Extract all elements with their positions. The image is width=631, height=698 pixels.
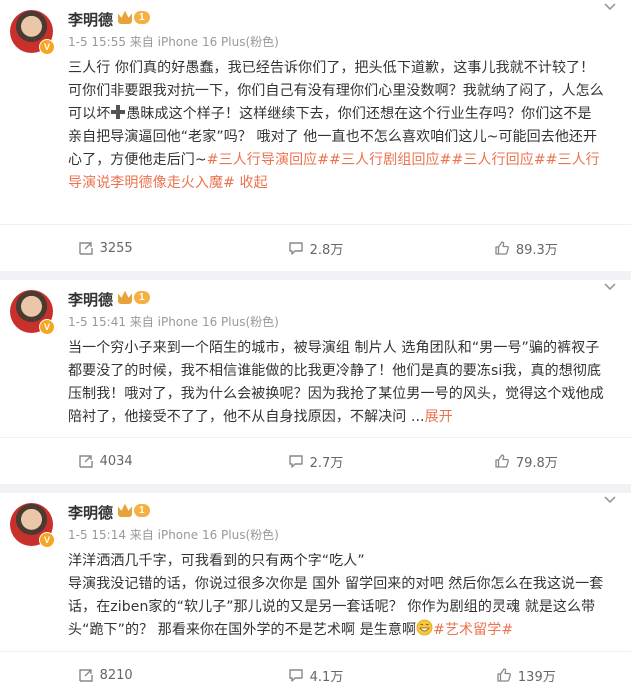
like-count: 139万 xyxy=(517,669,556,685)
action-bar: 8210 4.1万 139万 xyxy=(0,651,631,698)
crown-icon xyxy=(118,290,132,304)
action-bar: 4034 2.7万 79.8万 xyxy=(0,437,631,484)
crown-icon xyxy=(118,503,132,517)
post-text: 洋洋洒洒几千字，可我看到的只有两个字“吃人” 导演我没记错的话，你说过很多次你是… xyxy=(0,550,631,642)
post-header: V 李明德 1 1-5 15:14 来自 iPhone 16 Plus(粉色) xyxy=(0,493,631,550)
crown-icon xyxy=(118,10,132,24)
post-text: 三人行 你们真的好愚蠢，我已经告诉你们了，把头低下道歉，这事儿我就不计较了！可你… xyxy=(68,60,604,191)
post-header: V 李明德 1 1-5 15:41 来自 iPhone 16 Plus(粉色) xyxy=(0,280,631,337)
like-icon xyxy=(495,241,509,255)
repost-count: 8210 xyxy=(99,667,133,683)
repost-button[interactable]: 8210 xyxy=(0,667,210,683)
weibo-feed: V 李明德 1 1-5 15:55 来自 iPhone 16 Plus(粉色) … xyxy=(0,0,631,698)
comment-icon xyxy=(288,669,303,682)
comment-button[interactable]: 4.1万 xyxy=(210,666,420,685)
repost-count: 4034 xyxy=(99,453,133,469)
comment-count: 4.1万 xyxy=(309,669,344,685)
comment-icon xyxy=(288,455,303,468)
repost-icon xyxy=(78,242,93,255)
author-name[interactable]: 李明德 xyxy=(68,9,113,30)
like-icon xyxy=(495,454,509,468)
post-meta: 1-5 15:14 来自 iPhone 16 Plus(粉色) xyxy=(68,528,279,542)
more-icon[interactable] xyxy=(603,495,617,505)
post-card: V 李明德 1 1-5 15:14 来自 iPhone 16 Plus(粉色) … xyxy=(0,493,631,698)
post-text: 当一个穷小子来到一个陌生的城市，被导演组 制片人 选角团队和“男一号”骗的裤衩子… xyxy=(68,340,604,425)
comment-count: 2.8万 xyxy=(309,242,344,258)
level-badge: 1 xyxy=(134,10,150,24)
like-button[interactable]: 89.3万 xyxy=(421,239,631,258)
like-icon xyxy=(497,668,511,682)
comment-count: 2.7万 xyxy=(309,455,344,471)
action-bar: 3255 2.8万 89.3万 xyxy=(0,224,631,271)
repost-button[interactable]: 4034 xyxy=(0,453,210,469)
collapse-link[interactable]: 收起 xyxy=(235,175,268,191)
user-badges[interactable]: 1 xyxy=(118,10,150,24)
like-count: 89.3万 xyxy=(515,242,558,258)
avatar[interactable]: V xyxy=(10,503,55,548)
post-first-line: 洋洋洒洒几千字，可我看到的只有两个字“吃人” xyxy=(68,553,365,569)
user-badges[interactable]: 1 xyxy=(118,290,150,304)
user-badges[interactable]: 1 xyxy=(118,503,150,517)
repost-icon xyxy=(78,669,93,682)
like-button[interactable]: 139万 xyxy=(421,666,631,685)
avatar[interactable]: V xyxy=(10,290,55,335)
verified-v-icon: V xyxy=(39,39,55,55)
level-badge: 1 xyxy=(134,290,150,304)
post-meta: 1-5 15:41 来自 iPhone 16 Plus(粉色) xyxy=(68,315,279,329)
comment-button[interactable]: 2.8万 xyxy=(210,239,420,258)
verified-v-icon: V xyxy=(39,319,55,335)
more-icon[interactable] xyxy=(603,2,617,12)
post-header: V 李明德 1 1-5 15:55 来自 iPhone 16 Plus(粉色) xyxy=(0,0,631,57)
repost-icon xyxy=(78,455,93,468)
repost-count: 3255 xyxy=(99,240,133,256)
topic-link[interactable]: #三人行剧组回应# xyxy=(329,152,451,168)
level-badge: 1 xyxy=(134,503,150,517)
repost-button[interactable]: 3255 xyxy=(0,240,210,256)
like-count: 79.8万 xyxy=(515,455,558,471)
post-meta: 1-5 15:55 来自 iPhone 16 Plus(粉色) xyxy=(68,35,279,49)
avatar[interactable]: V xyxy=(10,10,55,55)
like-button[interactable]: 79.8万 xyxy=(421,452,631,471)
grin-emoji-icon xyxy=(416,619,433,636)
author-name[interactable]: 李明德 xyxy=(68,289,113,310)
comment-button[interactable]: 2.7万 xyxy=(210,452,420,471)
expand-link[interactable]: 展开 xyxy=(425,409,453,425)
post-card: V 李明德 1 1-5 15:41 来自 iPhone 16 Plus(粉色) … xyxy=(0,280,631,484)
author-name[interactable]: 李明德 xyxy=(68,502,113,523)
topic-link[interactable]: #三人行导演回应# xyxy=(207,152,329,168)
topic-link[interactable]: #艺术留学# xyxy=(433,622,513,638)
verified-v-icon: V xyxy=(39,532,55,548)
more-icon[interactable] xyxy=(603,282,617,292)
post-card: V 李明德 1 1-5 15:55 来自 iPhone 16 Plus(粉色) … xyxy=(0,0,631,271)
cross-icon xyxy=(111,105,126,119)
topic-link[interactable]: #三人行回应# xyxy=(451,152,545,168)
comment-icon xyxy=(288,242,303,255)
